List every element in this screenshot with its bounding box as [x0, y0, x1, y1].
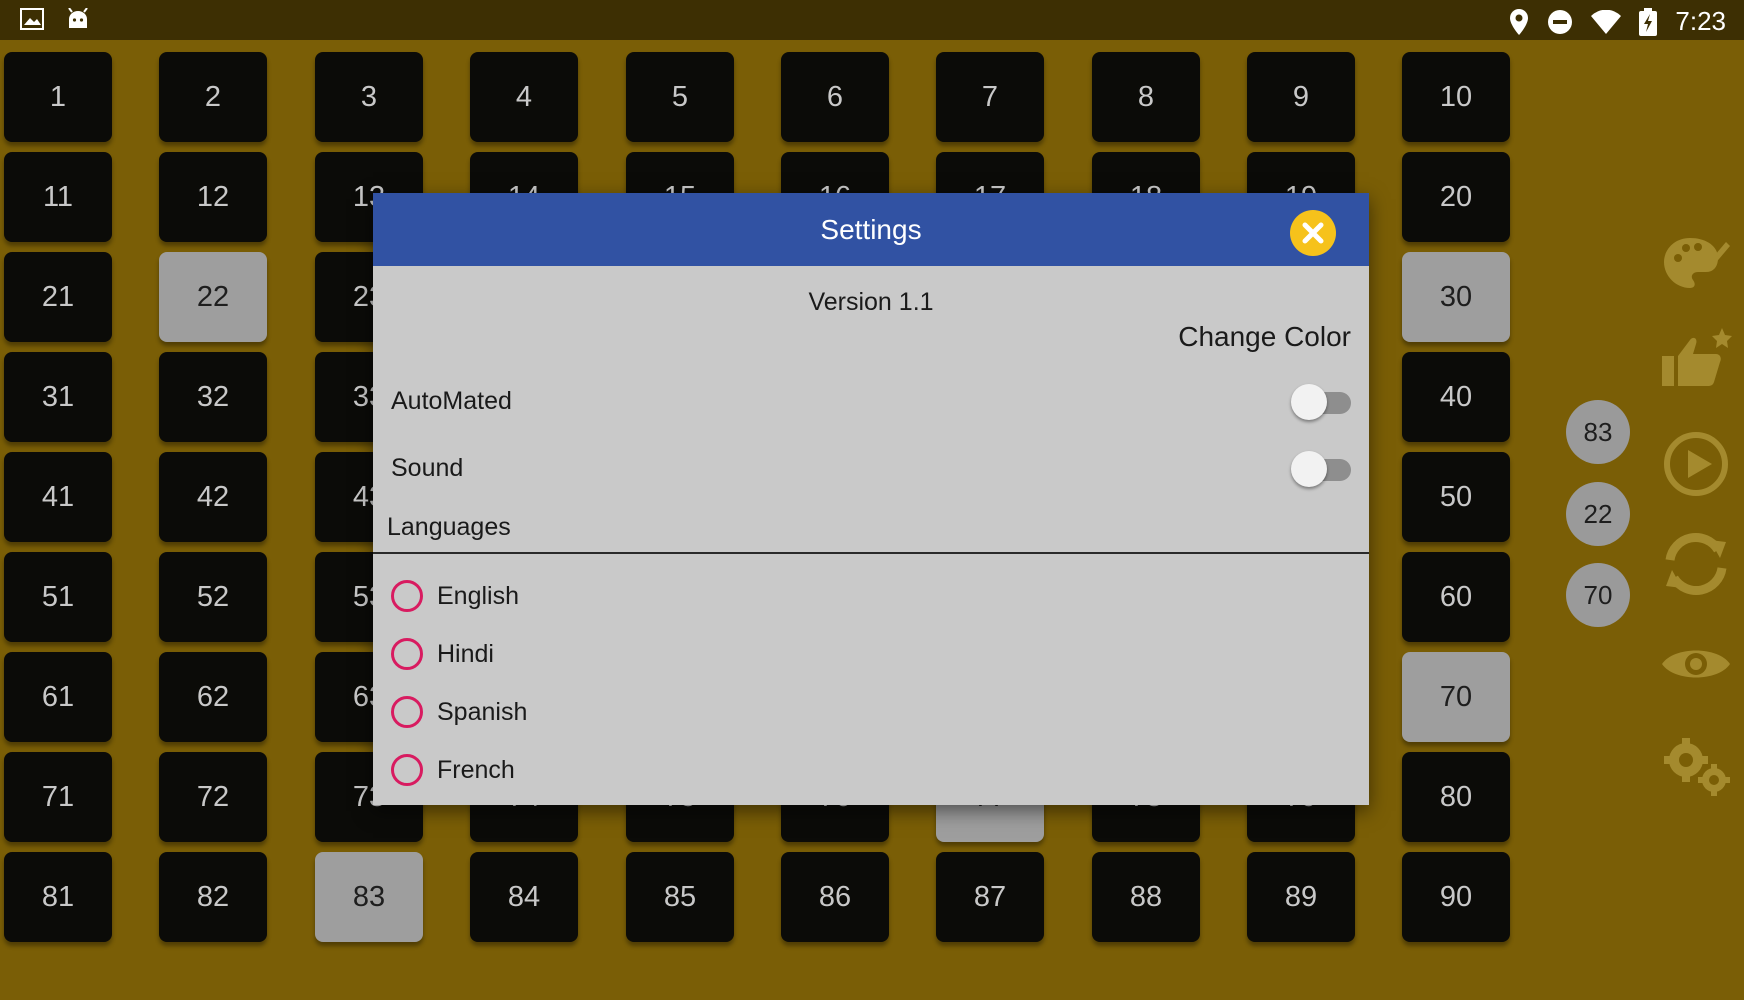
recent-call-3: 70 — [1566, 563, 1630, 627]
board-cell-80[interactable]: 80 — [1402, 752, 1510, 842]
board-cell-10[interactable]: 10 — [1402, 52, 1510, 142]
board-cell-71[interactable]: 71 — [4, 752, 112, 842]
board-cell-32[interactable]: 32 — [159, 352, 267, 442]
language-option-hindi[interactable]: Hindi — [391, 632, 494, 676]
palette-button[interactable] — [1660, 228, 1732, 300]
radio-button[interactable] — [391, 754, 423, 786]
board-cell-50[interactable]: 50 — [1402, 452, 1510, 542]
board-cell-52[interactable]: 52 — [159, 552, 267, 642]
status-bar: 7:23 — [0, 0, 1744, 40]
board-cell-62[interactable]: 62 — [159, 652, 267, 742]
language-option-english[interactable]: English — [391, 574, 519, 618]
sound-toggle[interactable] — [1291, 448, 1353, 488]
dialog-header: Settings — [373, 193, 1369, 266]
board-cell-1[interactable]: 1 — [4, 52, 112, 142]
settings-button[interactable] — [1660, 730, 1732, 802]
automated-toggle[interactable] — [1291, 381, 1353, 421]
board-cell-6[interactable]: 6 — [781, 52, 889, 142]
board-cell-22[interactable]: 22 — [159, 252, 267, 342]
language-option-french[interactable]: French — [391, 748, 515, 792]
image-icon — [20, 8, 44, 30]
board-cell-70[interactable]: 70 — [1402, 652, 1510, 742]
board-cell-60[interactable]: 60 — [1402, 552, 1510, 642]
settings-gears-icon — [1664, 738, 1730, 796]
close-icon — [1302, 222, 1324, 244]
thumbs-up-star-icon — [1662, 328, 1732, 386]
board-cell-2[interactable]: 2 — [159, 52, 267, 142]
board-cell-20[interactable]: 20 — [1402, 152, 1510, 242]
board-cell-11[interactable]: 11 — [4, 152, 112, 242]
board-cell-5[interactable]: 5 — [626, 52, 734, 142]
close-button[interactable] — [1290, 210, 1336, 256]
recent-call-1: 83 — [1566, 400, 1630, 464]
wifi-icon — [1591, 9, 1622, 34]
dnd-icon — [1547, 9, 1573, 35]
palette-icon — [1664, 238, 1730, 288]
divider — [373, 552, 1369, 554]
view-button[interactable] — [1660, 628, 1732, 700]
radio-button[interactable] — [391, 696, 423, 728]
board-cell-51[interactable]: 51 — [4, 552, 112, 642]
play-button[interactable] — [1660, 428, 1732, 500]
automated-label: AutoMated — [391, 387, 512, 415]
battery-charging-icon — [1639, 7, 1658, 36]
eye-icon — [1662, 650, 1730, 678]
board-cell-9[interactable]: 9 — [1247, 52, 1355, 142]
board-cell-3[interactable]: 3 — [315, 52, 423, 142]
board-cell-31[interactable]: 31 — [4, 352, 112, 442]
board-cell-81[interactable]: 81 — [4, 852, 112, 942]
refresh-button[interactable] — [1660, 528, 1732, 600]
board-cell-90[interactable]: 90 — [1402, 852, 1510, 942]
board-cell-72[interactable]: 72 — [159, 752, 267, 842]
board-cell-4[interactable]: 4 — [470, 52, 578, 142]
radio-button[interactable] — [391, 638, 423, 670]
board-cell-7[interactable]: 7 — [936, 52, 1044, 142]
recent-call-2: 22 — [1566, 482, 1630, 546]
dialog-title: Settings — [820, 214, 922, 245]
board-cell-40[interactable]: 40 — [1402, 352, 1510, 442]
board-cell-89[interactable]: 89 — [1247, 852, 1355, 942]
settings-dialog: Settings Version 1.1 Change Color AutoMa… — [373, 193, 1369, 805]
android-icon — [66, 8, 90, 30]
rate-button[interactable] — [1660, 326, 1732, 398]
board-cell-30[interactable]: 30 — [1402, 252, 1510, 342]
board-cell-21[interactable]: 21 — [4, 252, 112, 342]
board-cell-8[interactable]: 8 — [1092, 52, 1200, 142]
board-cell-87[interactable]: 87 — [936, 852, 1044, 942]
board-cell-83[interactable]: 83 — [315, 852, 423, 942]
board-cell-82[interactable]: 82 — [159, 852, 267, 942]
board-cell-12[interactable]: 12 — [159, 152, 267, 242]
change-color-button[interactable]: Change Color — [1178, 321, 1351, 353]
board-cell-84[interactable]: 84 — [470, 852, 578, 942]
board-cell-61[interactable]: 61 — [4, 652, 112, 742]
board-cell-88[interactable]: 88 — [1092, 852, 1200, 942]
location-icon — [1509, 8, 1529, 35]
board-cell-42[interactable]: 42 — [159, 452, 267, 542]
languages-heading: Languages — [387, 513, 511, 541]
radio-button[interactable] — [391, 580, 423, 612]
board-cell-41[interactable]: 41 — [4, 452, 112, 542]
sound-label: Sound — [391, 454, 464, 482]
board-cell-86[interactable]: 86 — [781, 852, 889, 942]
play-icon — [1664, 432, 1728, 496]
refresh-icon — [1665, 533, 1727, 595]
clock: 7:23 — [1675, 6, 1726, 36]
board-cell-85[interactable]: 85 — [626, 852, 734, 942]
version-label: Version 1.1 — [808, 288, 934, 316]
language-option-spanish[interactable]: Spanish — [391, 690, 527, 734]
